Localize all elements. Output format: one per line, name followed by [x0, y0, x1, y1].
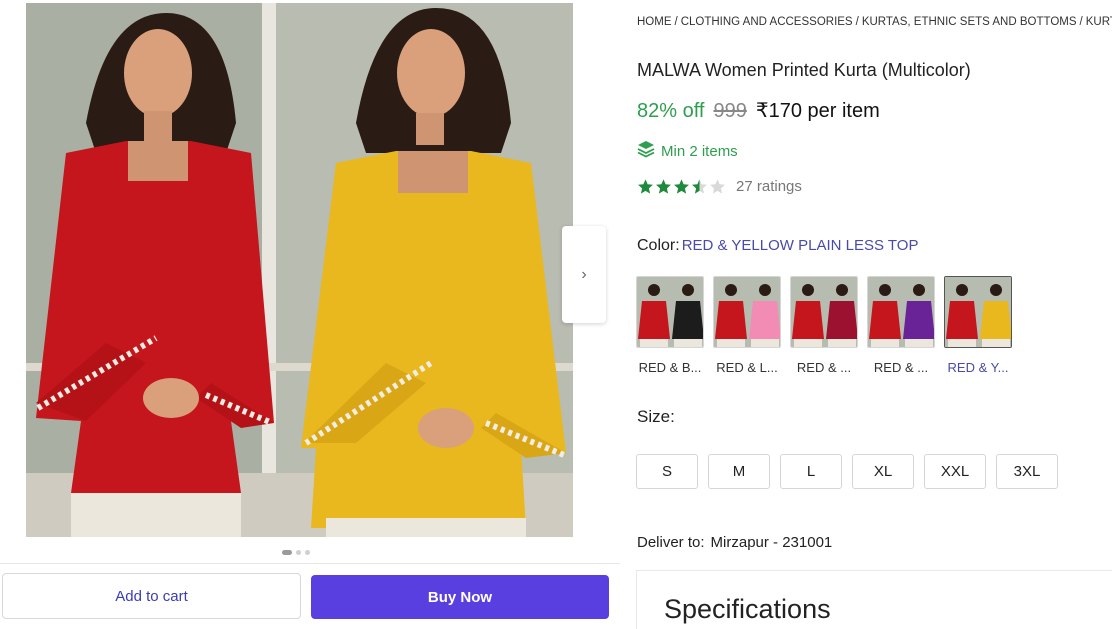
swatch-label: RED & L... [716, 360, 778, 375]
swatch-thumbnail [636, 276, 704, 348]
color-swatch[interactable]: RED & ... [867, 276, 935, 375]
size-option-xl[interactable]: XL [852, 454, 914, 489]
star-icon [674, 179, 689, 194]
product-photo-illustration [26, 3, 573, 537]
swatch-label: RED & ... [873, 360, 929, 375]
buy-now-button[interactable]: Buy Now [311, 575, 609, 619]
swatch-thumbnail [944, 276, 1012, 348]
color-label-text: Color: [637, 237, 680, 254]
min-order-label: Min 2 items [661, 142, 738, 160]
chevron-right-icon: › [581, 265, 587, 283]
divider [0, 563, 620, 564]
star-icon [710, 179, 725, 194]
add-to-cart-button[interactable]: Add to cart [2, 573, 301, 619]
layers-icon [637, 140, 655, 162]
rating-row[interactable]: 27 ratings [637, 178, 802, 195]
breadcrumb-item[interactable]: KURTAS [1086, 16, 1112, 28]
color-swatch-list: RED & B... RED & L... RED & ... RED & ... RE… [636, 276, 1012, 375]
swatch-label: RED & Y... [947, 360, 1009, 375]
selected-color-name: RED & YELLOW PLAIN LESS TOP [681, 237, 919, 254]
breadcrumb-separator: / [855, 16, 859, 28]
swatch-label: RED & ... [796, 360, 852, 375]
delivery-location: Mirzapur - 231001 [710, 534, 833, 551]
swatch-thumbnail [790, 276, 858, 348]
star-icon [692, 179, 707, 194]
sale-price: ₹170 per item [755, 100, 880, 122]
color-selector-label: Color: RED & YELLOW PLAIN LESS TOP [637, 237, 918, 255]
size-option-xxl[interactable]: XXL [924, 454, 986, 489]
star-icon [638, 179, 653, 194]
color-swatch[interactable]: RED & Y... [944, 276, 1012, 375]
star-icon [656, 179, 671, 194]
color-swatch[interactable]: RED & B... [636, 276, 704, 375]
specifications-title: Specifications [664, 594, 831, 624]
ratings-count: 27 ratings [736, 178, 802, 195]
swatch-thumbnail [713, 276, 781, 348]
breadcrumb-item[interactable]: HOME [637, 16, 672, 28]
size-selector-label: Size: [637, 407, 675, 426]
size-option-list: S M L XL XXL 3XL [636, 454, 1058, 489]
carousel-dot[interactable] [296, 550, 301, 555]
breadcrumb-item[interactable]: CLOTHING AND ACCESSORIES [681, 16, 853, 28]
min-order-info: Min 2 items [637, 140, 738, 162]
size-option-m[interactable]: M [708, 454, 770, 489]
price-row: 82% off 999 ₹170 per item [637, 98, 880, 123]
swatch-thumbnail [867, 276, 935, 348]
size-option-3xl[interactable]: 3XL [996, 454, 1058, 489]
breadcrumb-separator: / [674, 16, 678, 28]
carousel-dot[interactable] [282, 550, 292, 555]
carousel-dot[interactable] [305, 550, 310, 555]
carousel-dots [282, 550, 310, 555]
breadcrumb: HOME / CLOTHING AND ACCESSORIES / KURTAS, ET… [637, 16, 1112, 28]
product-image[interactable] [26, 3, 573, 537]
swatch-label: RED & B... [638, 360, 702, 375]
color-swatch[interactable]: RED & ... [790, 276, 858, 375]
color-swatch[interactable]: RED & L... [713, 276, 781, 375]
delivery-info[interactable]: Deliver to: Mirzapur - 231001 [637, 534, 832, 551]
breadcrumb-separator: / [1079, 16, 1083, 28]
size-option-l[interactable]: L [780, 454, 842, 489]
carousel-next-button[interactable]: › [562, 226, 606, 323]
discount-percent: 82% off [637, 100, 705, 122]
size-option-s[interactable]: S [636, 454, 698, 489]
deliver-to-label: Deliver to: [637, 534, 705, 551]
original-price: 999 [713, 100, 747, 122]
breadcrumb-item[interactable]: KURTAS, ETHNIC SETS AND BOTTOMS [862, 16, 1077, 28]
star-rating [637, 178, 726, 195]
product-title: MALWA Women Printed Kurta (Multicolor) [637, 60, 971, 80]
